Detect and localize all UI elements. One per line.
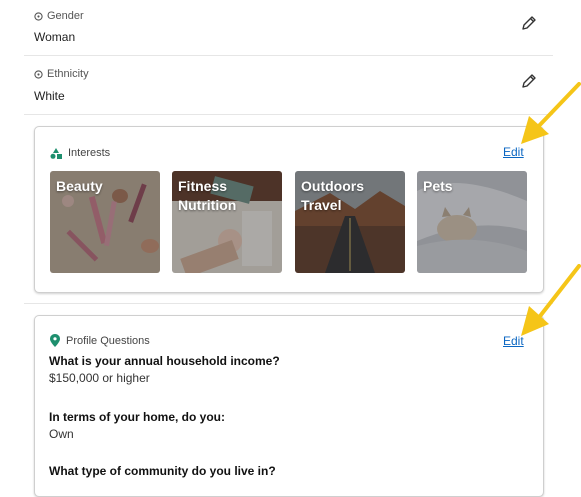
tile-label-line: Travel [301,197,342,213]
answer-text: $150,000 or higher [49,371,150,385]
divider [24,114,553,115]
gender-label-text: Gender [47,10,84,22]
interests-header: Interests [50,147,110,159]
annotation-arrow-icon [521,264,581,336]
annotation-arrow-icon [521,82,581,144]
question-text: In terms of your home, do you: [49,410,226,424]
location-pin-icon [50,334,60,347]
divider [24,303,553,304]
tile-label: Beauty [56,177,156,196]
question-text: What type of community do you live in? [49,464,276,478]
tile-label: Outdoors Travel [301,177,401,215]
tile-label-line: Fitness [178,178,228,194]
interest-tile-fitness-nutrition[interactable]: Fitness Nutrition [172,171,282,273]
ethnicity-field: Ethnicity White [0,56,553,114]
interest-tile-beauty[interactable]: Beauty [50,171,160,273]
ethnicity-value: White [34,89,65,103]
interests-title: Interests [68,147,111,159]
shapes-icon [50,147,62,159]
interest-tile-pets[interactable]: Pets [417,171,527,273]
info-circle-icon [34,11,43,21]
interest-tile-outdoors-travel[interactable]: Outdoors Travel [295,171,405,273]
gender-field: Gender Woman [0,0,553,55]
tile-label: Pets [423,177,523,196]
info-circle-icon [34,69,43,79]
pencil-icon[interactable] [520,14,538,32]
tile-label-line: Outdoors [301,178,364,194]
interests-card: Interests Edit Beauty Fitness Nutrition … [34,126,544,293]
gender-label: Gender [34,10,84,22]
tile-label-line: Pets [423,178,453,194]
tile-label-line: Nutrition [178,197,237,213]
profile-questions-card: Profile Questions Edit What is your annu… [34,315,544,497]
answer-text: Own [49,427,74,441]
tile-label: Fitness Nutrition [178,177,278,215]
question-text: What is your annual household income? [49,354,280,368]
tile-label-line: Beauty [56,178,103,194]
profile-questions-title: Profile Questions [66,334,150,347]
profile-questions-header: Profile Questions [50,334,150,347]
ethnicity-label: Ethnicity [34,68,89,80]
ethnicity-label-text: Ethnicity [47,68,89,80]
gender-value: Woman [34,30,76,44]
